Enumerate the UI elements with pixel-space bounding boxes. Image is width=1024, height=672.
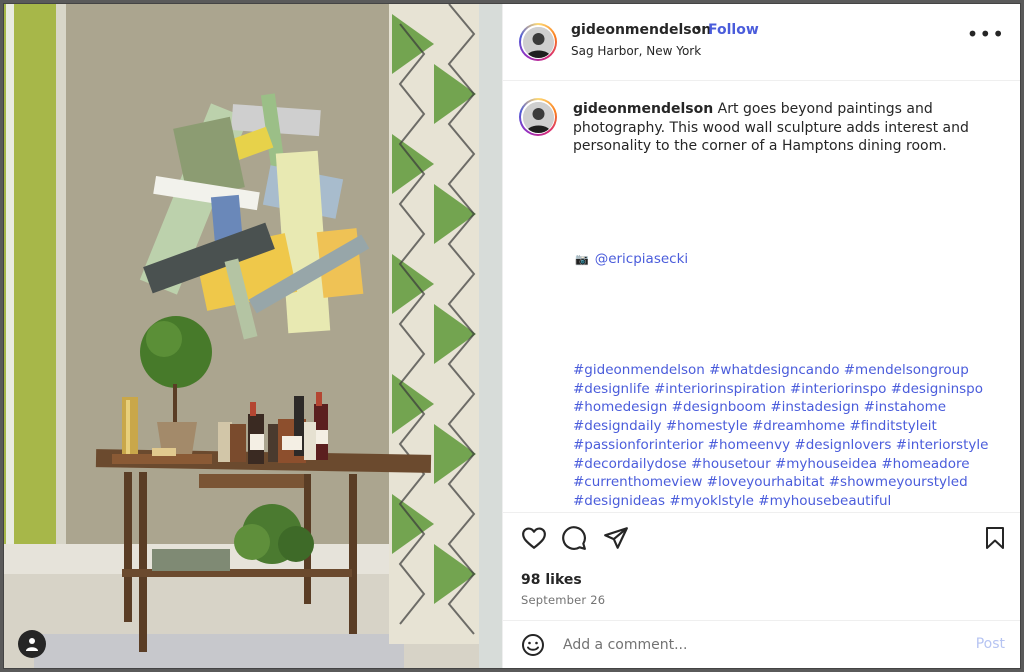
tagged-users-button[interactable] <box>18 630 46 658</box>
hashtag-link[interactable]: #homeenvy <box>708 437 790 453</box>
post-actions: 98 likes September 26 <box>503 512 1020 613</box>
hashtag-link[interactable]: #instahome <box>864 399 947 415</box>
heart-icon[interactable] <box>521 525 547 551</box>
hashtag-link[interactable]: #showmeyourstyled <box>829 474 968 490</box>
hashtag-list: #gideonmendelson #whatdesigncando #mende… <box>573 361 1003 511</box>
hashtag-link[interactable]: #mendelsongroup <box>844 362 969 378</box>
follow-button[interactable]: Follow <box>708 22 759 38</box>
hashtag-link[interactable]: #housetour <box>691 456 771 472</box>
author-avatar[interactable] <box>519 23 557 61</box>
bookmark-icon[interactable] <box>983 525 1007 551</box>
photo-credit: 📷 @ericpiasecki <box>575 251 688 267</box>
hashtag-link[interactable]: #designlovers <box>794 437 891 453</box>
hashtag-link[interactable]: #homestyle <box>666 418 748 434</box>
like-count[interactable]: 98 likes <box>521 572 582 588</box>
hashtag-link[interactable]: #designideas <box>573 493 665 509</box>
hashtag-link[interactable]: #interiorinspiration <box>654 381 786 397</box>
hashtag-link[interactable]: #homeadore <box>881 456 969 472</box>
hashtag-link[interactable]: #interiorstyle <box>896 437 989 453</box>
emoji-icon[interactable] <box>521 633 545 657</box>
avatar-photo <box>522 101 554 133</box>
hashtag-link[interactable]: #designlife <box>573 381 650 397</box>
author-username[interactable]: gideonmendelson <box>571 22 711 38</box>
hashtag-link[interactable]: #gideonmendelson <box>573 362 705 378</box>
hashtag-link[interactable]: #myhousebeautiful <box>758 493 891 509</box>
caption-section: gideonmendelson Art goes beyond painting… <box>503 81 1020 511</box>
hashtag-link[interactable]: #interiorinspo <box>790 381 887 397</box>
hashtag-link[interactable]: #designdaily <box>573 418 661 434</box>
hashtag-link[interactable]: #homedesign <box>573 399 667 415</box>
avatar-photo <box>522 26 554 58</box>
camera-icon: 📷 <box>575 253 589 266</box>
post-location[interactable]: Sag Harbor, New York <box>571 44 701 58</box>
post-header: gideonmendelson • Follow Sag Harbor, New… <box>503 4 1020 81</box>
post-comment-button[interactable]: Post <box>976 636 1005 652</box>
hashtag-link[interactable]: #decordailydose <box>573 456 687 472</box>
credit-handle-link[interactable]: @ericpiasecki <box>595 251 688 267</box>
hashtag-link[interactable]: #loveyourhabitat <box>707 474 825 490</box>
hashtag-link[interactable]: #designinspo <box>891 381 983 397</box>
caption-text: gideonmendelson Art goes beyond painting… <box>573 100 1003 156</box>
post-side-panel: gideonmendelson • Follow Sag Harbor, New… <box>502 4 1020 668</box>
hashtag-link[interactable]: #dreamhome <box>752 418 845 434</box>
user-tag-icon <box>26 638 38 651</box>
hashtag-link[interactable]: #myhouseidea <box>775 456 877 472</box>
comment-bar: Post <box>503 620 1020 668</box>
hashtag-link[interactable]: #myoklstyle <box>669 493 754 509</box>
hashtag-link[interactable]: #designboom <box>672 399 766 415</box>
header-separator: • <box>694 21 703 37</box>
caption-username[interactable]: gideonmendelson <box>573 101 713 117</box>
instagram-post-modal: gideonmendelson • Follow Sag Harbor, New… <box>4 4 1020 668</box>
hashtag-link[interactable]: #instadesign <box>770 399 859 415</box>
more-options-icon[interactable]: ••• <box>967 24 1005 44</box>
share-icon[interactable] <box>603 525 629 551</box>
caption-avatar[interactable] <box>519 98 557 136</box>
hashtag-link[interactable]: #passionforinterior <box>573 437 703 453</box>
comment-input[interactable] <box>561 631 945 659</box>
hashtag-link[interactable]: #finditstyleit <box>849 418 936 434</box>
hashtag-link[interactable]: #currenthomeview <box>573 474 702 490</box>
hashtag-link[interactable]: #whatdesigncando <box>709 362 839 378</box>
comment-icon[interactable] <box>561 525 587 551</box>
post-date: September 26 <box>521 593 606 607</box>
photo-illustration <box>4 4 502 668</box>
post-photo[interactable] <box>4 4 502 668</box>
